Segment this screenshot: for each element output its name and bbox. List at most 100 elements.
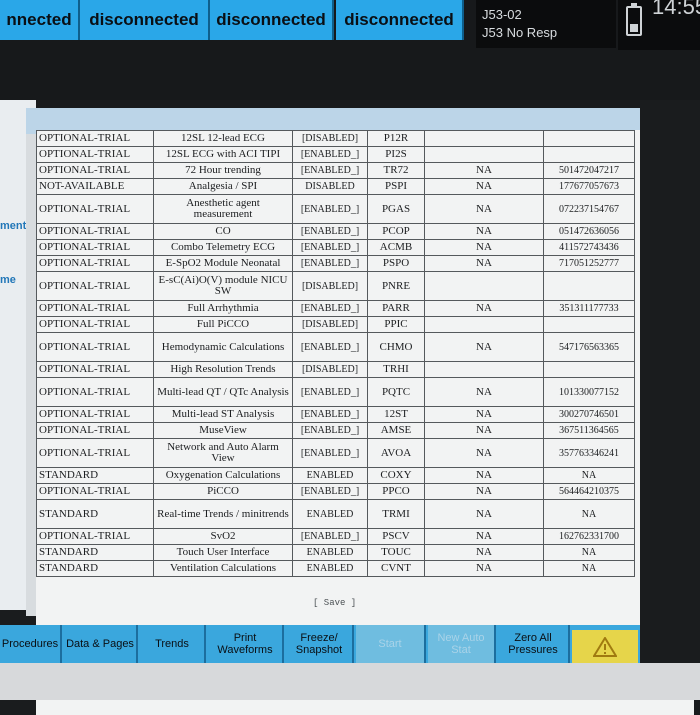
feature-cell: Touch User Interface [153,544,293,561]
zero-all-pressures-button[interactable]: Zero All Pressures [498,625,570,663]
state-cell: [ENABLED_] [292,332,368,362]
na-cell: NA [424,255,544,272]
connection-button-3[interactable]: disconnected [210,0,334,40]
key-cell [543,130,635,147]
freeze-snapshot-button[interactable]: Freeze/ Snapshot [286,625,354,663]
save-button[interactable]: [ Save ] [313,598,356,608]
key-cell: 357763346241 [543,438,635,468]
table-row: OPTIONAL-TRIAL 12SL 12-lead ECG [DISABLED]… [36,130,635,147]
na-cell [424,130,544,147]
code-cell: PPIC [367,316,425,333]
feature-cell: 72 Hour trending [153,162,293,179]
na-cell: NA [424,528,544,545]
table-row: STANDARD Real-time Trends / minitrends ENA… [36,499,635,529]
key-cell [543,316,635,333]
state-cell: ENABLED [292,560,368,577]
na-cell: NA [424,438,544,468]
na-cell: NA [424,406,544,423]
table-row: OPTIONAL-TRIAL E-SpO2 Module Neonatal [ENA… [36,255,635,272]
status-cell: OPTIONAL-TRIAL [36,162,154,179]
key-cell [543,271,635,301]
state-cell: [DISABLED] [292,130,368,147]
start-button[interactable]: Start [356,625,426,663]
top-status-bar: nnected disconnected disconnected discon… [0,0,700,100]
print-waveforms-button[interactable]: Print Waveforms [208,625,284,663]
code-cell: PSPI [367,178,425,195]
state-cell: [DISABLED] [292,271,368,301]
na-cell: NA [424,194,544,224]
code-cell: COXY [367,467,425,484]
na-cell: NA [424,300,544,317]
na-cell: NA [424,499,544,529]
key-cell: 072237154767 [543,194,635,224]
key-cell: NA [543,499,635,529]
table-row: OPTIONAL-TRIAL Combo Telemetry ECG [ENABLE… [36,239,635,256]
state-cell: [ENABLED_] [292,194,368,224]
table-row: OPTIONAL-TRIAL PiCCO [ENABLED_] PPCO NA 56446… [36,483,635,500]
status-cell: OPTIONAL-TRIAL [36,361,154,378]
feature-cell: Hemodynamic Calculations [153,332,293,362]
table-row: OPTIONAL-TRIAL Multi-lead QT / QTc Analys… [36,377,635,407]
connection-button-4[interactable]: disconnected [336,0,464,40]
feature-cell: SvO2 [153,528,293,545]
key-cell: 101330077152 [543,377,635,407]
left-panel-label-2[interactable]: me [0,274,16,286]
new-auto-stat-button[interactable]: New Auto Stat [428,625,496,663]
code-cell: PPCO [367,483,425,500]
code-cell: PQTC [367,377,425,407]
status-line-2: J53 No Resp [482,25,558,40]
feature-cell: Oxygenation Calculations [153,467,293,484]
key-cell: 367511364565 [543,422,635,439]
status-cell: STANDARD [36,560,154,577]
code-cell: CVNT [367,560,425,577]
code-cell: PARR [367,300,425,317]
feature-cell: E-sC(Ai)O(V) module NICU SW [153,271,293,301]
status-cell: OPTIONAL-TRIAL [36,528,154,545]
options-table: OPTIONAL-TRIAL 12SL 12-lead ECG [DISABLED]… [36,130,635,577]
code-cell: CHMO [367,332,425,362]
code-cell: ACMB [367,239,425,256]
warning-triangle-icon [593,637,617,657]
top-right-area: 14:55 [618,0,700,50]
data-pages-button[interactable]: Data & Pages [64,625,138,663]
left-panel-label-1[interactable]: ment [0,220,26,232]
table-row: OPTIONAL-TRIAL CO [ENABLED_] PCOP NA 05147263… [36,223,635,240]
status-cell: STANDARD [36,499,154,529]
connection-button-1[interactable]: nnected [0,0,80,40]
key-cell: 547176563365 [543,332,635,362]
na-cell: NA [424,162,544,179]
na-cell: NA [424,377,544,407]
status-cell: OPTIONAL-TRIAL [36,255,154,272]
status-cell: OPTIONAL-TRIAL [36,316,154,333]
warning-icon[interactable] [572,630,638,664]
key-cell: 051472636056 [543,223,635,240]
feature-cell: 12SL 12-lead ECG [153,130,293,147]
procedures-button[interactable]: Procedures [0,625,62,663]
table-row: OPTIONAL-TRIAL 72 Hour trending [ENABLED_]… [36,162,635,179]
feature-cell: High Resolution Trends [153,361,293,378]
key-cell: 717051252777 [543,255,635,272]
status-cell: OPTIONAL-TRIAL [36,271,154,301]
state-cell: [ENABLED_] [292,223,368,240]
trends-button[interactable]: Trends [140,625,206,663]
table-row: OPTIONAL-TRIAL SvO2 [ENABLED_] PSCV NA 162762… [36,528,635,545]
na-cell: NA [424,422,544,439]
code-cell: PGAS [367,194,425,224]
key-cell: NA [543,467,635,484]
status-cell: OPTIONAL-TRIAL [36,377,154,407]
feature-cell: Network and Auto Alarm View [153,438,293,468]
code-cell: PNRE [367,271,425,301]
options-window: OPTIONAL-TRIAL 12SL 12-lead ECG [DISABLED]… [26,108,700,715]
code-cell: 12ST [367,406,425,423]
status-cell: OPTIONAL-TRIAL [36,406,154,423]
feature-cell: E-SpO2 Module Neonatal [153,255,293,272]
key-cell: NA [543,544,635,561]
table-row: OPTIONAL-TRIAL 12SL ECG with ACI TIPI [ENA… [36,146,635,163]
feature-cell: Anesthetic agent measurement [153,194,293,224]
feature-cell: Multi-lead ST Analysis [153,406,293,423]
na-cell: NA [424,239,544,256]
code-cell: PSCV [367,528,425,545]
key-cell: 411572743436 [543,239,635,256]
connection-button-2[interactable]: disconnected [80,0,210,40]
table-row: NOT-AVAILABLE Analgesia / SPI DISABLED PSPI… [36,178,635,195]
